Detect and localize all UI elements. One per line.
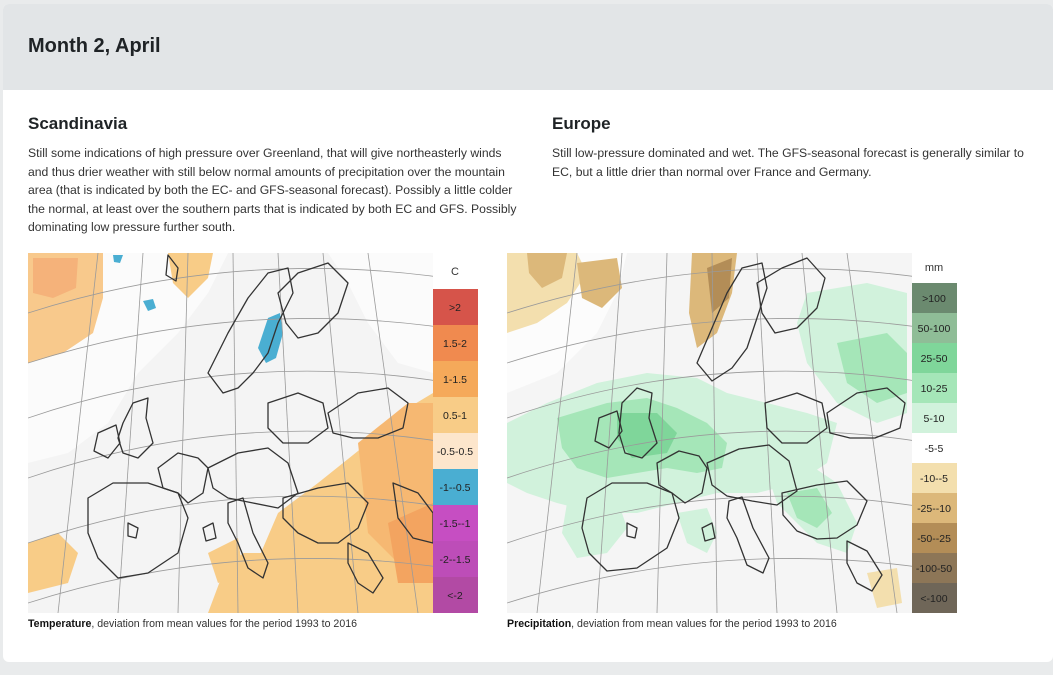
temperature-legend-unit: C [451,266,459,278]
card-header: Month 2, April [3,4,1053,90]
precipitation-caption-text: , deviation from mean values for the per… [571,618,837,630]
temperature-legend-label: -1.5--1 [440,518,471,530]
temperature-map-svg: C >2 1.5-2 1-1.5 0.5-1 -0.5-0.5 -1--0.5 -1.5--… [28,253,478,613]
europe-title: Europe [552,114,611,133]
temperature-caption: Temperature, deviation from mean values … [28,618,357,630]
precipitation-legend-label: >100 [922,293,946,305]
temperature-map: C >2 1.5-2 1-1.5 0.5-1 -0.5-0.5 -1--0.5 -1.5--… [28,253,478,613]
precipitation-legend-label: 50-100 [918,323,951,335]
precipitation-caption: Precipitation, deviation from mean value… [507,618,837,630]
precipitation-legend: >100 50-100 25-50 10-25 5-10 -5-5 -10--5 -25--1… [912,283,957,613]
forecast-card: Month 2, April Scandinavia Still some in… [3,4,1053,662]
temperature-legend-label: 1.5-2 [443,338,467,350]
precipitation-legend-label: -25--10 [917,503,951,515]
temperature-legend-label: -1--0.5 [440,482,471,494]
precipitation-legend-label: 25-50 [921,353,948,365]
temperature-legend-label: -0.5-0.5 [437,446,473,458]
precipitation-legend-label: -50--25 [917,533,951,545]
scandinavia-title: Scandinavia [28,114,128,133]
precipitation-legend-label: -5-5 [925,443,944,455]
precipitation-legend-label: -10--5 [920,473,948,485]
precipitation-legend-label: <-100 [920,593,947,605]
scandinavia-text: Still some indications of high pressure … [28,146,517,235]
precipitation-map-svg: mm >100 50-100 25-50 10-25 5-10 -5-5 -10--5 -25… [507,253,957,613]
europe-text: Still low-pressure dominated and wet. Th… [552,146,1024,179]
temperature-legend-label: >2 [449,302,461,314]
precipitation-legend-label: 5-10 [923,413,944,425]
page-title: Month 2, April [28,35,161,57]
temperature-legend-label: 0.5-1 [443,410,467,422]
precipitation-caption-label: Precipitation [507,618,572,630]
precipitation-legend-label: 10-25 [921,383,948,395]
temperature-caption-text: , deviation from mean values for the per… [91,618,357,630]
precipitation-map: mm >100 50-100 25-50 10-25 5-10 -5-5 -10--5 -25… [507,253,957,613]
temperature-legend-label: 1-1.5 [443,374,467,386]
temperature-legend-label: <-2 [447,590,463,602]
temperature-legend-label: -2--1.5 [440,554,471,566]
precipitation-legend-label: -100-50 [916,563,952,575]
temperature-legend: >2 1.5-2 1-1.5 0.5-1 -0.5-0.5 -1--0.5 -1.5--1 -… [433,289,478,613]
temperature-caption-label: Temperature [28,618,92,630]
precipitation-legend-unit: mm [925,262,943,274]
